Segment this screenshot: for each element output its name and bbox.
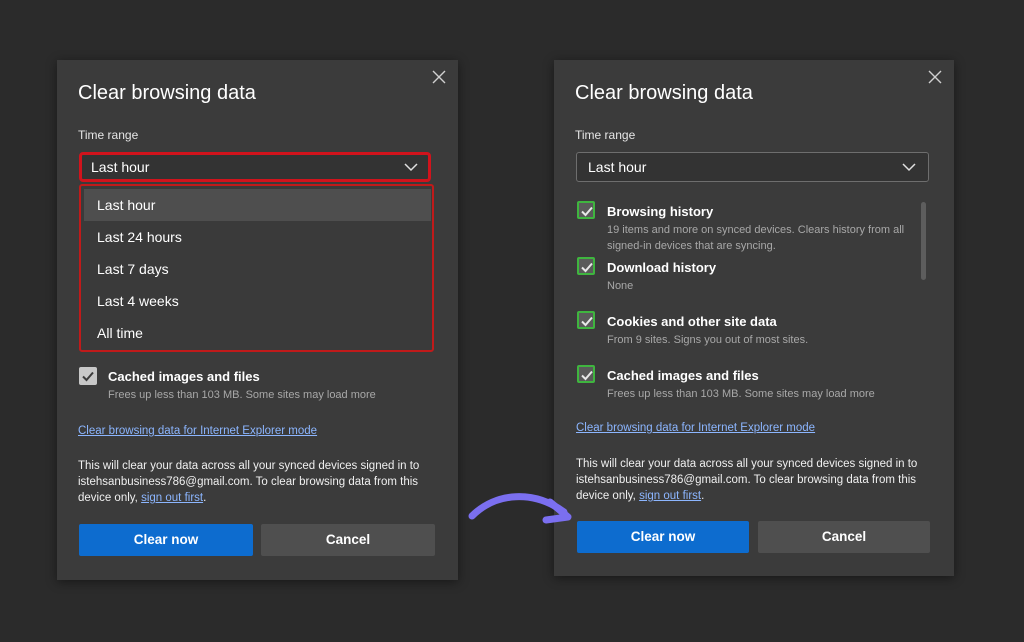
chevron-down-icon: [404, 163, 418, 172]
sign-out-link[interactable]: sign out first: [639, 490, 701, 502]
cookies-checkbox[interactable]: [577, 311, 595, 329]
time-range-value: Last hour: [91, 159, 150, 175]
cached-images-description: Frees up less than 103 MB. Some sites ma…: [607, 388, 875, 400]
cached-images-title: Cached images and files: [607, 368, 759, 383]
notice-period: .: [203, 492, 207, 504]
dialog-title: Clear browsing data: [78, 82, 256, 104]
checkmark-icon: [581, 206, 593, 217]
dropdown-option-last-4-weeks[interactable]: Last 4 weeks: [84, 285, 431, 317]
download-history-description: None: [607, 280, 634, 292]
close-button[interactable]: [430, 68, 448, 86]
time-range-value: Last hour: [588, 159, 647, 175]
dropdown-option-last-24-hours[interactable]: Last 24 hours: [84, 221, 431, 253]
sync-notice: This will clear your data across all you…: [576, 456, 941, 504]
time-range-dropdown: Last hour Last 24 hours Last 7 days Last…: [79, 184, 434, 352]
browsing-history-description: 19 items and more on synced devices. Cle…: [607, 224, 905, 252]
time-range-select[interactable]: Last hour: [576, 152, 929, 182]
clear-now-button[interactable]: Clear now: [577, 521, 749, 553]
download-history-title: Download history: [607, 260, 717, 275]
sync-notice-text: This will clear your data across all you…: [576, 458, 918, 502]
cached-images-checkbox[interactable]: [79, 367, 97, 385]
cached-images-checkbox[interactable]: [577, 365, 595, 383]
checkmark-icon: [581, 262, 593, 273]
chevron-down-icon: [902, 163, 916, 172]
curved-arrow-icon: [468, 493, 572, 524]
sync-notice: This will clear your data across all you…: [78, 458, 443, 506]
checkmark-icon: [82, 371, 94, 382]
download-history-checkbox[interactable]: [577, 257, 595, 275]
cookies-title: Cookies and other site data: [607, 314, 777, 329]
dropdown-option-last-7-days[interactable]: Last 7 days: [84, 253, 431, 285]
cached-images-title: Cached images and files: [108, 369, 260, 384]
browsing-history-title: Browsing history: [607, 204, 714, 219]
cancel-button[interactable]: Cancel: [261, 524, 435, 556]
dropdown-option-last-hour[interactable]: Last hour: [84, 189, 431, 221]
clear-browsing-data-dialog-right: Clear browsing data Time range Last hour…: [554, 60, 954, 576]
close-icon: [928, 70, 942, 84]
ie-mode-link[interactable]: Clear browsing data for Internet Explore…: [78, 425, 317, 437]
sign-out-link[interactable]: sign out first: [141, 492, 203, 504]
checkmark-icon: [581, 316, 593, 327]
clear-now-button[interactable]: Clear now: [79, 524, 253, 556]
cached-images-description: Frees up less than 103 MB. Some sites ma…: [108, 389, 376, 401]
ie-mode-link[interactable]: Clear browsing data for Internet Explore…: [576, 422, 815, 434]
dialog-title: Clear browsing data: [575, 82, 753, 104]
scrollbar-thumb[interactable]: [921, 202, 926, 280]
close-button[interactable]: [926, 68, 944, 86]
notice-period: .: [701, 490, 705, 502]
dropdown-option-all-time[interactable]: All time: [84, 317, 431, 349]
checkmark-icon: [581, 370, 593, 381]
clear-browsing-data-dialog-left: Clear browsing data Time range Last hour…: [57, 60, 458, 580]
cookies-description: From 9 sites. Signs you out of most site…: [607, 334, 809, 346]
sync-notice-text: This will clear your data across all you…: [78, 460, 420, 504]
time-range-label: Time range: [78, 128, 139, 142]
cancel-button[interactable]: Cancel: [758, 521, 930, 553]
time-range-select[interactable]: Last hour: [79, 152, 431, 182]
close-icon: [432, 70, 446, 84]
time-range-label: Time range: [575, 128, 636, 142]
browsing-history-checkbox[interactable]: [577, 201, 595, 219]
